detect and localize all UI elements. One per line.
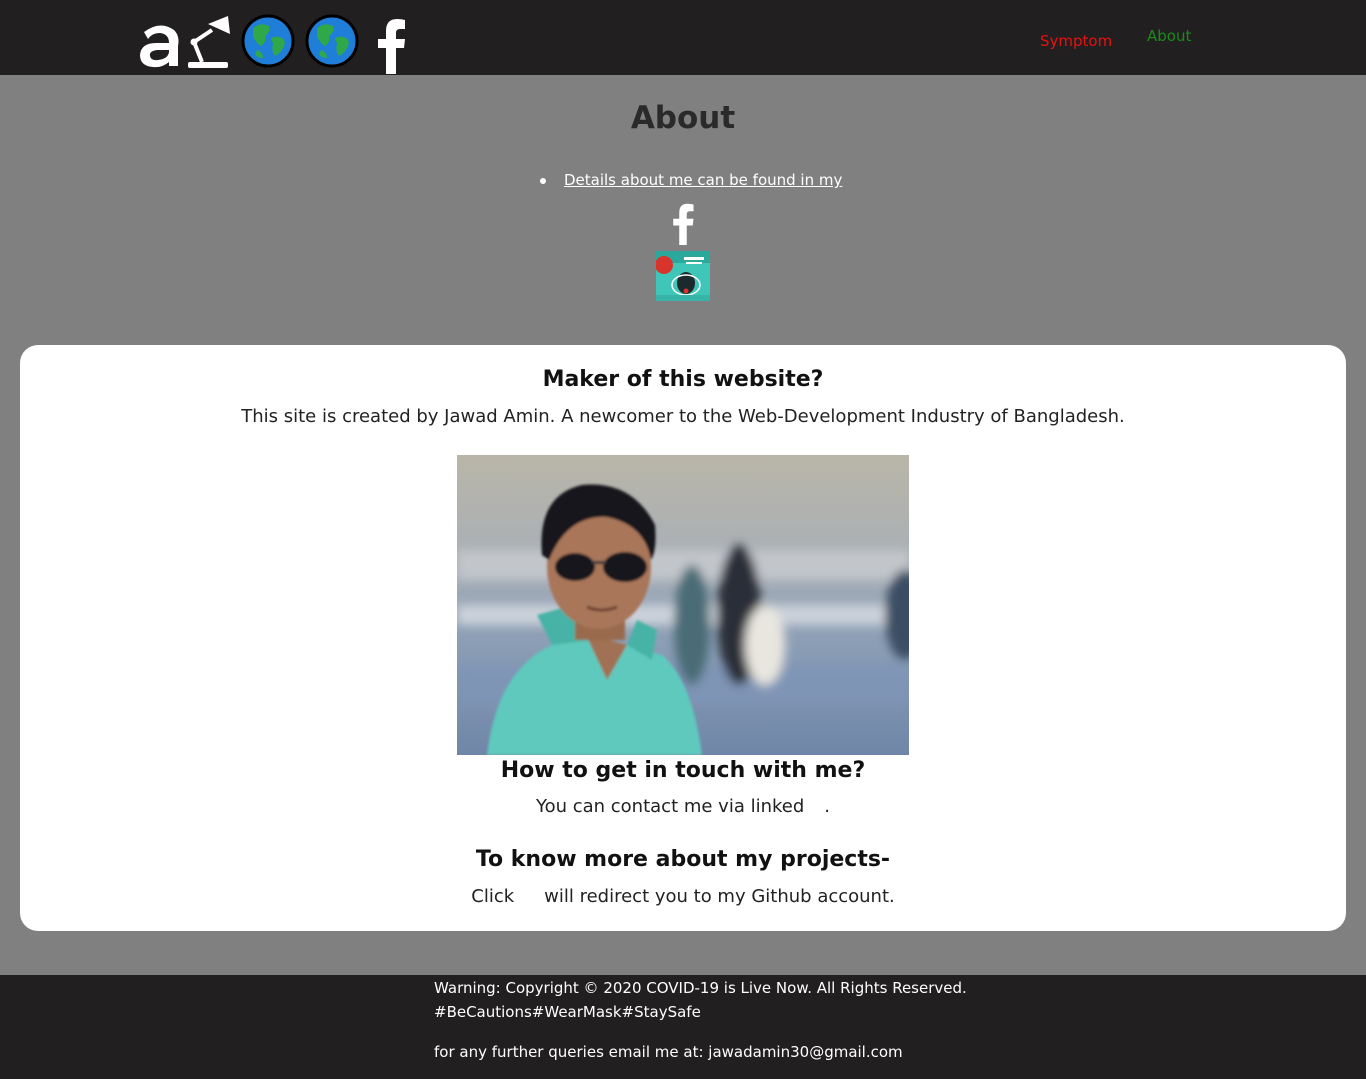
projects-text: Click will redirect you to my Github acco… <box>20 886 1346 907</box>
footer: Warning: Copyright © 2020 COVID-19 is Li… <box>0 975 1366 1079</box>
touch-text-before: You can contact me via linked <box>535 796 805 817</box>
top-navbar: Symptom About <box>0 0 1366 75</box>
nav-symptom-link[interactable]: Symptom <box>1040 32 1112 50</box>
site-logo-icon[interactable] <box>138 12 233 72</box>
profile-thumbnail[interactable] <box>656 251 710 301</box>
footer-copyright: Warning: Copyright © 2020 COVID-19 is Li… <box>434 979 967 997</box>
profile-photo <box>457 455 909 755</box>
details-link[interactable]: Details about me can be found in my <box>564 171 842 189</box>
globe-icon[interactable] <box>305 14 359 68</box>
about-card: Maker of this website? This site is crea… <box>20 345 1346 931</box>
touch-text: You can contact me via linked. <box>20 796 1346 817</box>
page-title: About <box>630 100 736 136</box>
globe-icon[interactable] <box>241 14 295 68</box>
maker-text: This site is created by Jawad Amin. A ne… <box>241 406 1125 427</box>
touch-text-after: . <box>824 796 831 817</box>
facebook-icon[interactable] <box>669 203 697 245</box>
touch-heading: How to get in touch with me? <box>500 758 866 783</box>
facebook-icon[interactable] <box>373 18 409 74</box>
projects-text-before: Click <box>471 886 515 907</box>
list-item: Details about me can be found in my <box>538 171 842 189</box>
footer-hashtags: #BeCautions#WearMask#StaySafe <box>434 1003 701 1021</box>
projects-text-after: will redirect you to my Github account. <box>544 886 895 907</box>
footer-email-line: for any further queries email me at: jaw… <box>434 1043 903 1061</box>
details-list: Details about me can be found in my <box>538 171 842 189</box>
projects-heading: To know more about my projects- <box>475 847 891 872</box>
maker-heading: Maker of this website? <box>542 367 824 392</box>
nav-about-link[interactable]: About <box>1147 27 1191 45</box>
